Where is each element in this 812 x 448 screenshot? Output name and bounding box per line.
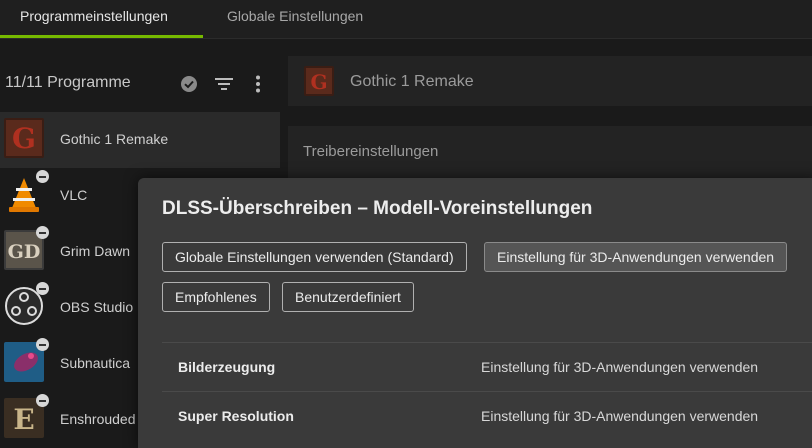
remove-badge-icon[interactable] [36, 282, 49, 295]
setting-value: Einstellung für 3D-Anwendungen verwenden [481, 359, 759, 375]
section-title: Treibereinstellungen [303, 143, 439, 160]
option-custom-button[interactable]: Benutzerdefiniert [282, 282, 414, 312]
svg-text:E: E [13, 403, 34, 436]
tab-globale-einstellungen[interactable]: Globale Einstellungen [203, 0, 393, 38]
tab-label: Globale Einstellungen [227, 8, 364, 24]
svg-text:G: G [12, 122, 36, 155]
tab-label: Programmeinstellungen [20, 8, 168, 24]
setting-row-super-resolution[interactable]: Super Resolution Einstellung für 3D-Anwe… [162, 392, 812, 440]
more-vertical-icon[interactable] [246, 72, 270, 96]
option-recommended-button[interactable]: Empfohlenes [162, 282, 270, 312]
top-tab-bar: Programmeinstellungen Globale Einstellun… [0, 0, 812, 39]
program-count: 11/11 Programme [5, 74, 131, 91]
option-3d-app-setting-button[interactable]: Einstellung für 3D-Anwendungen verwenden [484, 242, 788, 272]
remove-badge-icon[interactable] [36, 226, 49, 239]
svg-text:GD: GD [8, 241, 41, 263]
program-name: Grim Dawn [60, 243, 131, 259]
setting-row-bilderzeugung[interactable]: Bilderzeugung Einstellung für 3D-Anwendu… [162, 343, 812, 391]
remove-badge-icon[interactable] [36, 338, 49, 351]
svg-text:G: G [310, 70, 327, 94]
gothic-remake-icon: G [4, 118, 44, 158]
sidebar-header: 11/11 Programme [0, 56, 280, 112]
selected-program-card: G Gothic 1 Remake [288, 56, 812, 106]
program-item-gothic-1-remake[interactable]: G Gothic 1 Remake [0, 112, 280, 168]
selected-program-name: Gothic 1 Remake [350, 73, 474, 90]
dialog-title: DLSS-Überschreiben – Modell-Voreinstellu… [162, 198, 593, 219]
option-global-settings-button[interactable]: Globale Einstellungen verwenden (Standar… [162, 242, 467, 272]
setting-label: Bilderzeugung [178, 359, 276, 375]
dlss-override-dialog: DLSS-Überschreiben – Modell-Voreinstellu… [138, 178, 812, 448]
gothic-remake-icon: G [304, 66, 334, 96]
program-name: OBS Studio [60, 299, 134, 315]
program-name: Subnautica [60, 355, 131, 371]
program-name: VLC [60, 187, 88, 203]
setting-value: Einstellung für 3D-Anwendungen verwenden [481, 408, 759, 424]
verified-check-icon[interactable] [177, 72, 201, 96]
remove-badge-icon[interactable] [36, 394, 49, 407]
setting-label: Super Resolution [178, 408, 294, 424]
program-name: Enshrouded [60, 411, 136, 427]
remove-badge-icon[interactable] [36, 170, 49, 183]
program-name: Gothic 1 Remake [60, 131, 169, 147]
tab-programmeinstellungen[interactable]: Programmeinstellungen [0, 0, 203, 38]
filter-icon[interactable] [212, 72, 236, 96]
